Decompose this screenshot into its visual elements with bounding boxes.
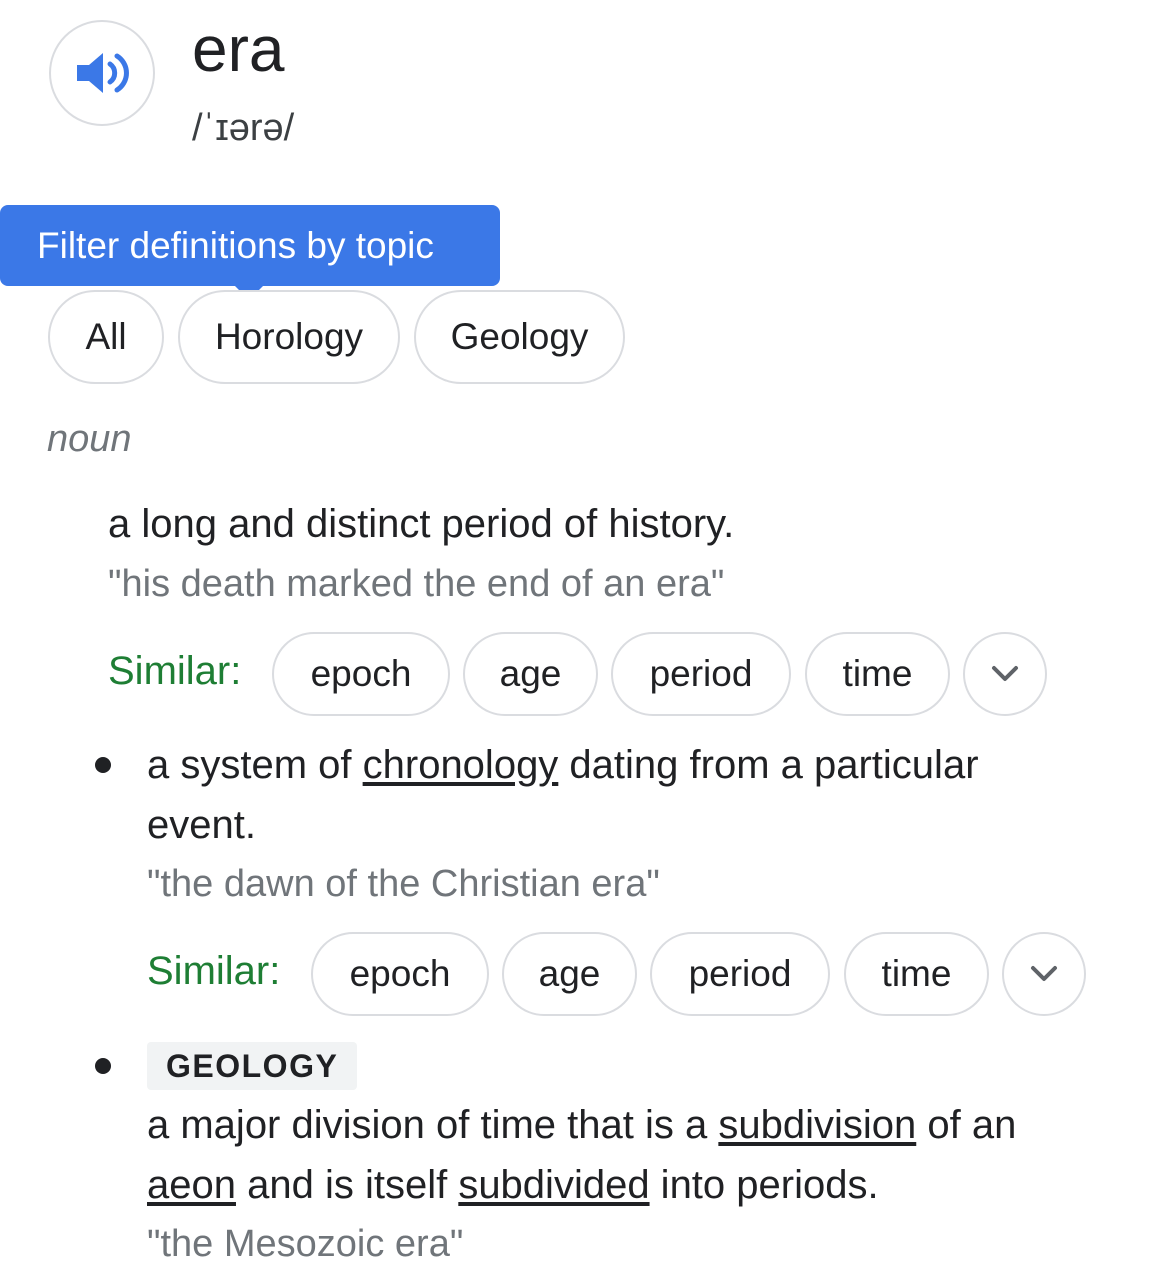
dictionary-card: era /ˈɪərə/ Filter definitions by topic … — [0, 0, 1170, 1278]
topic-chip-all[interactable]: All — [48, 290, 164, 384]
filter-tooltip-text: Filter definitions by topic — [37, 225, 434, 266]
similar-expand-button-2[interactable] — [1002, 932, 1086, 1016]
part-of-speech: noun — [47, 418, 132, 460]
similar-chip-time[interactable]: time — [805, 632, 950, 716]
link-subdivided[interactable]: subdivided — [458, 1163, 649, 1207]
definition-3-text-part: into periods. — [649, 1163, 879, 1207]
bullet-2 — [95, 757, 111, 773]
headword: era — [192, 13, 285, 85]
similar-chip-period[interactable]: period — [650, 932, 830, 1016]
definition-1-example: "his death marked the end of an era" — [108, 563, 725, 605]
similar-chip-age[interactable]: age — [463, 632, 598, 716]
definition-2-example: "the dawn of the Christian era" — [147, 863, 660, 905]
chevron-down-icon — [992, 666, 1018, 681]
pronunciation-speaker-button[interactable] — [49, 20, 155, 126]
definition-2-text: a system of chronology dating from a par… — [147, 735, 1077, 855]
similar-chip-epoch[interactable]: epoch — [272, 632, 450, 716]
similar-label-2: Similar: — [147, 949, 281, 993]
link-subdivision[interactable]: subdivision — [718, 1103, 916, 1147]
definition-3-text-part: of an — [916, 1103, 1017, 1147]
similar-label-1: Similar: — [108, 649, 242, 693]
similar-chip-period[interactable]: period — [611, 632, 791, 716]
definition-3-text-part: a major division of time that is a — [147, 1103, 719, 1147]
similar-chip-time[interactable]: time — [844, 932, 989, 1016]
definition-1-text: a long and distinct period of history. — [108, 502, 735, 546]
chevron-down-icon — [1031, 966, 1057, 981]
similar-chip-age[interactable]: age — [502, 932, 637, 1016]
topic-chip-horology[interactable]: Horology — [178, 290, 400, 384]
definition-3-text-part: and is itself — [235, 1163, 459, 1207]
bullet-3 — [95, 1058, 111, 1074]
topic-chip-geology[interactable]: Geology — [414, 290, 625, 384]
filter-tooltip: Filter definitions by topic — [0, 205, 500, 300]
topic-label-geology: GEOLOGY — [147, 1042, 358, 1090]
definition-3-text: a major division of time that is a subdi… — [147, 1095, 1107, 1215]
definition-3-example: "the Mesozoic era" — [147, 1223, 464, 1265]
link-aeon[interactable]: aeon — [147, 1163, 236, 1207]
phonetic-transcription: /ˈɪərə/ — [192, 107, 295, 149]
similar-expand-button-1[interactable] — [963, 632, 1047, 716]
speaker-volume-icon — [77, 53, 129, 93]
definition-2-text-part: a system of — [147, 743, 363, 787]
similar-chip-epoch[interactable]: epoch — [311, 932, 489, 1016]
link-chronology[interactable]: chronology — [363, 743, 559, 787]
